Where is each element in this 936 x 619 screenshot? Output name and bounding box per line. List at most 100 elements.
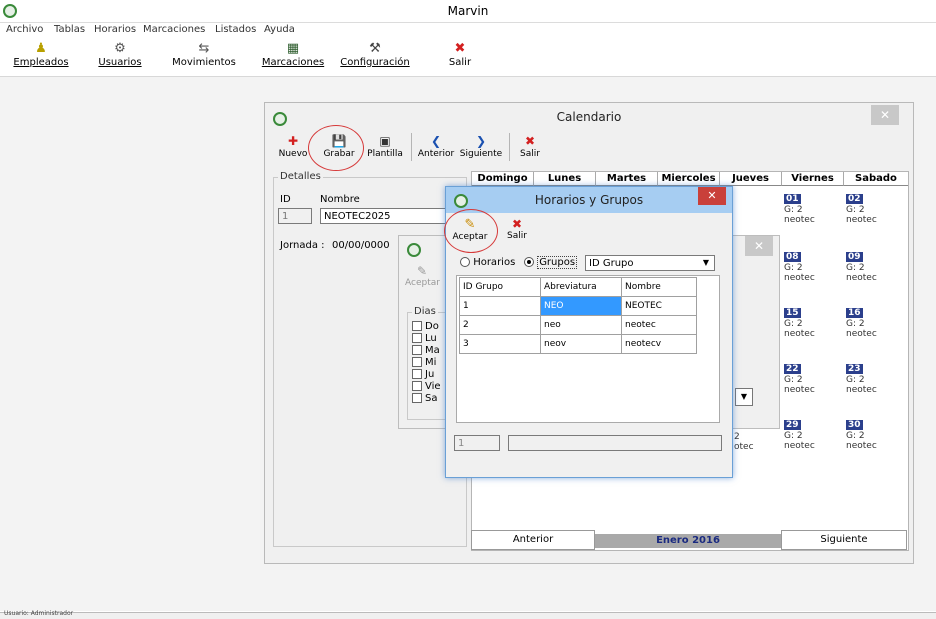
day-header: Lunes — [534, 172, 596, 186]
day-group: G: 2 — [846, 205, 865, 215]
table-row[interactable]: 1 NEO NEOTEC — [459, 296, 697, 316]
configuracion-label: Configuración — [340, 57, 410, 68]
day-checkbox[interactable]: Ju — [412, 369, 441, 381]
anterior-button[interactable]: ❮ Anterior — [416, 131, 456, 165]
day-cell-partial[interactable]: 2 otec — [734, 432, 754, 452]
menu-ayuda[interactable]: Ayuda — [264, 24, 295, 35]
day-name: neotec — [846, 273, 877, 283]
plantilla-label: Plantilla — [367, 149, 403, 159]
radio-icon — [460, 257, 470, 267]
day-number: 08 — [784, 252, 801, 262]
hg-salir-button[interactable]: ✖ Salir — [504, 217, 530, 241]
usuarios-button[interactable]: ⚙ Usuarios — [90, 39, 150, 75]
menu-horarios[interactable]: Horarios — [94, 24, 136, 35]
table-cell: 3 — [459, 334, 541, 354]
footer-id-field[interactable]: 1 — [454, 435, 500, 451]
table-row[interactable]: 3 neov neotecv — [459, 334, 697, 354]
pencil-icon: ✎ — [464, 217, 476, 232]
chevron-down-icon[interactable]: ▼ — [699, 256, 713, 270]
day-number: 29 — [784, 420, 801, 430]
plantilla-button[interactable]: ▣ Plantilla — [365, 131, 405, 165]
day-cell[interactable]: 09 G: 2 neotec — [846, 252, 877, 283]
marcaciones-label: Marcaciones — [261, 57, 325, 68]
menu-marcaciones[interactable]: Marcaciones — [143, 24, 205, 35]
grabar-button[interactable]: 💾 Grabar — [321, 131, 357, 165]
day-number: 15 — [784, 308, 801, 318]
chevron-down-icon[interactable]: ▼ — [735, 388, 753, 406]
day-number: 22 — [784, 364, 801, 374]
menu-bar: Archivo Tablas Horarios Marcaciones List… — [0, 22, 936, 39]
day-checkbox[interactable]: Do — [412, 321, 441, 333]
template-icon: ▣ — [379, 134, 391, 148]
usuarios-label: Usuarios — [98, 57, 142, 68]
table-cell: 1 — [459, 296, 541, 316]
day-cell[interactable]: 30 G: 2 neotec — [846, 420, 877, 451]
jornada-value: 00/00/0000 — [332, 240, 390, 251]
column-header[interactable]: Abreviatura — [540, 277, 622, 297]
pencil-icon: ✎ — [416, 264, 428, 278]
menu-archivo[interactable]: Archivo — [6, 24, 43, 35]
salir-cal-button[interactable]: ✖ Salir — [517, 131, 543, 165]
hg-title-bar: Horarios y Grupos ✕ — [446, 187, 732, 213]
configuracion-button[interactable]: ⚒ Configuración — [336, 39, 414, 75]
day-header: Viernes — [782, 172, 844, 186]
close-icon[interactable]: ✕ — [871, 105, 899, 125]
prev-month-button[interactable]: Anterior — [471, 530, 595, 550]
day-group: G: 2 — [784, 263, 803, 273]
day-cell[interactable]: 23 G: 2 neotec — [846, 364, 877, 395]
aceptar-disabled-button[interactable]: ✎ Aceptar — [405, 264, 440, 288]
toolbar-separator — [411, 133, 412, 161]
nombre-field[interactable]: NEOTEC2025 — [320, 208, 462, 224]
day-number: 16 — [846, 308, 863, 318]
nuevo-button[interactable]: ✚ Nuevo — [277, 131, 309, 165]
day-cell[interactable]: 08 G: 2 neotec — [784, 252, 815, 283]
day-name: otec — [734, 442, 754, 452]
empleados-button[interactable]: ♟ Empleados — [6, 39, 76, 75]
radio-grupos[interactable]: Grupos — [524, 256, 578, 269]
window-logo-icon — [407, 243, 421, 257]
day-cell[interactable]: 02 G: 2 neotec — [846, 194, 877, 225]
day-checkbox[interactable]: Ma — [412, 345, 441, 357]
day-cell[interactable]: 29 G: 2 neotec — [784, 420, 815, 451]
day-name: neotec — [846, 215, 877, 225]
menu-tablas[interactable]: Tablas — [54, 24, 85, 35]
hg-aceptar-label: Aceptar — [452, 232, 488, 242]
day-checkbox[interactable]: Lu — [412, 333, 441, 345]
day-checkbox[interactable]: Mi — [412, 357, 441, 369]
siguiente-label: Siguiente — [459, 149, 503, 159]
day-number: 30 — [846, 420, 863, 430]
grupos-table-container: ID Grupo Abreviatura Nombre 1 NEO NEOTEC… — [456, 275, 720, 423]
id-label: ID — [280, 194, 291, 205]
footer-name-field[interactable] — [508, 435, 722, 451]
day-cell[interactable]: 15 G: 2 neotec — [784, 308, 815, 339]
movimientos-button[interactable]: ⇆ Movimientos — [168, 39, 240, 75]
day-name: neotec — [784, 329, 815, 339]
marcaciones-button[interactable]: ▦ Marcaciones — [256, 39, 330, 75]
radio-grupos-label: Grupos — [537, 256, 578, 269]
radio-selected-icon — [524, 257, 534, 267]
table-row[interactable]: 2 neo neotec — [459, 315, 697, 335]
next-month-button[interactable]: Siguiente — [781, 530, 907, 550]
day-cell[interactable]: 22 G: 2 neotec — [784, 364, 815, 395]
menu-listados[interactable]: Listados — [215, 24, 256, 35]
day-checkbox[interactable]: Vie — [412, 381, 441, 393]
grupo-combobox[interactable]: ID Grupo ▼ — [585, 255, 715, 271]
day-checkbox[interactable]: Sa — [412, 393, 441, 405]
day-header: Martes — [596, 172, 658, 186]
radio-horarios[interactable]: Horarios — [460, 257, 515, 268]
day-group: G: 2 — [784, 319, 803, 329]
day-cell[interactable]: 16 G: 2 neotec — [846, 308, 877, 339]
save-icon: 💾 — [331, 134, 347, 148]
close-icon[interactable]: ✕ — [745, 236, 773, 256]
month-label: Enero 2016 — [595, 534, 781, 548]
day-cell[interactable]: 01 G: 2 neotec — [784, 194, 815, 225]
close-icon[interactable]: ✕ — [698, 187, 726, 205]
horarios-grupos-dialog: Horarios y Grupos ✕ ✎ Aceptar ✖ Salir Ho… — [444, 186, 733, 478]
column-header[interactable]: ID Grupo — [459, 277, 541, 297]
combo-value: ID Grupo — [589, 258, 634, 269]
hg-aceptar-button[interactable]: ✎ Aceptar — [452, 217, 488, 242]
salir-button[interactable]: ✖ Salir — [440, 39, 480, 75]
siguiente-button[interactable]: ❯ Siguiente — [459, 131, 503, 165]
id-field[interactable]: 1 — [278, 208, 312, 224]
column-header[interactable]: Nombre — [621, 277, 697, 297]
